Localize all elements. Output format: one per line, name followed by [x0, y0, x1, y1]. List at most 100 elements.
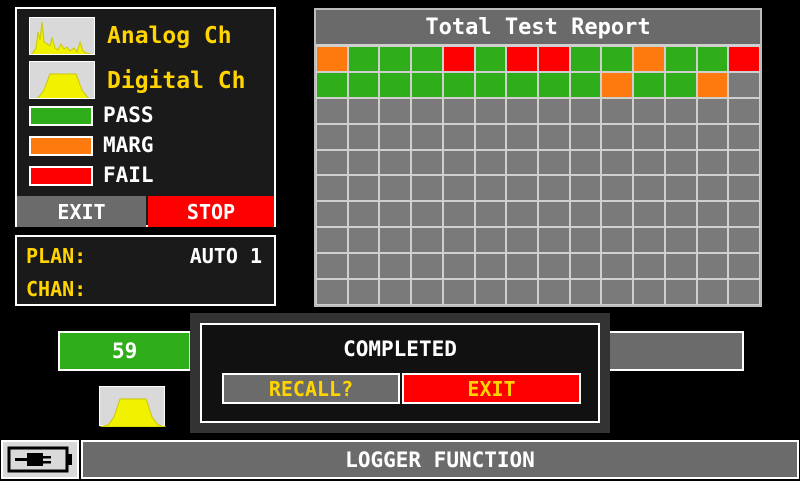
report-cell: [412, 254, 442, 279]
report-cell: [538, 98, 569, 123]
report-cell: [380, 202, 411, 227]
report-cell: [475, 280, 506, 304]
report-cell: [634, 202, 664, 227]
progress-value: 59: [112, 339, 138, 363]
report-grid: [316, 46, 760, 305]
report-cell: [602, 124, 633, 149]
report-cell: [538, 150, 569, 175]
report-cell: [380, 280, 411, 304]
report-cell: [697, 124, 728, 149]
report-cell: [665, 124, 696, 149]
legend-panel: Analog Ch Digital Ch PASS MARG FAIL EXIT…: [15, 7, 276, 227]
report-cell: [443, 228, 474, 253]
report-cell: [570, 47, 601, 71]
report-cell: [665, 98, 696, 123]
report-cell: [380, 98, 411, 123]
report-cell: [412, 47, 442, 71]
report-cell: [665, 228, 696, 253]
report-cell: [348, 124, 379, 149]
chan-label: CHAN:: [26, 277, 87, 301]
report-cell: [380, 150, 411, 175]
report-cell: [475, 124, 506, 149]
report-cell: [697, 254, 728, 279]
report-cell: [538, 124, 569, 149]
report-cell: [507, 280, 537, 304]
report-cell: [507, 47, 537, 71]
report-cell: [697, 150, 728, 175]
report-cell: [634, 150, 664, 175]
report-cell: [697, 47, 728, 71]
report-cell: [602, 98, 633, 123]
report-cell: [380, 254, 411, 279]
report-cell: [443, 124, 474, 149]
report-cell: [507, 98, 537, 123]
marg-label: MARG: [103, 133, 154, 157]
report-cell: [348, 202, 379, 227]
report-cell: [412, 228, 442, 253]
stop-button[interactable]: STOP: [148, 196, 274, 227]
report-cell: [412, 98, 442, 123]
report-cell: [475, 176, 506, 201]
report-cell: [380, 176, 411, 201]
report-cell: [317, 150, 347, 175]
report-cell: [380, 47, 411, 71]
report-cell: [475, 47, 506, 71]
report-cell: [317, 47, 347, 71]
plan-panel: PLAN: AUTO 1 CHAN:: [15, 235, 276, 306]
report-cell: [570, 98, 601, 123]
report-cell: [697, 98, 728, 123]
digital-spectrum-icon: [29, 61, 95, 99]
dialog-exit-button[interactable]: EXIT: [402, 373, 581, 404]
report-cell: [729, 98, 759, 123]
report-cell: [475, 202, 506, 227]
report-cell: [412, 124, 442, 149]
report-cell: [570, 228, 601, 253]
fail-label: FAIL: [103, 163, 154, 187]
report-cell: [317, 98, 347, 123]
pass-label: PASS: [103, 103, 154, 127]
report-cell: [475, 150, 506, 175]
report-cell: [602, 228, 633, 253]
report-title: Total Test Report: [316, 10, 760, 46]
report-cell: [475, 228, 506, 253]
report-cell: [602, 202, 633, 227]
report-cell: [538, 202, 569, 227]
report-cell: [665, 72, 696, 97]
report-cell: [348, 150, 379, 175]
report-cell: [412, 202, 442, 227]
progress-fill: 59: [60, 333, 193, 369]
report-cell: [570, 124, 601, 149]
report-cell: [665, 202, 696, 227]
report-cell: [729, 72, 759, 97]
report-cell: [348, 98, 379, 123]
report-cell: [602, 254, 633, 279]
report-cell: [570, 176, 601, 201]
function-title-bar: LOGGER FUNCTION: [81, 440, 799, 479]
report-cell: [602, 280, 633, 304]
report-cell: [729, 280, 759, 304]
report-cell: [507, 176, 537, 201]
report-cell: [507, 150, 537, 175]
report-cell: [729, 47, 759, 71]
report-cell: [697, 228, 728, 253]
report-cell: [602, 47, 633, 71]
report-cell: [570, 280, 601, 304]
dialog-title: COMPLETED: [343, 337, 457, 361]
report-cell: [348, 72, 379, 97]
report-cell: [634, 72, 664, 97]
report-cell: [443, 72, 474, 97]
report-cell: [729, 202, 759, 227]
report-cell: [570, 202, 601, 227]
report-cell: [570, 254, 601, 279]
report-cell: [729, 124, 759, 149]
test-report-panel: Total Test Report: [314, 8, 762, 307]
exit-button[interactable]: EXIT: [17, 196, 146, 227]
battery-plug-icon: [1, 440, 79, 479]
recall-button[interactable]: RECALL?: [222, 373, 400, 404]
report-cell: [507, 228, 537, 253]
report-cell: [634, 280, 664, 304]
report-cell: [729, 228, 759, 253]
report-cell: [729, 176, 759, 201]
report-cell: [443, 254, 474, 279]
report-cell: [665, 254, 696, 279]
